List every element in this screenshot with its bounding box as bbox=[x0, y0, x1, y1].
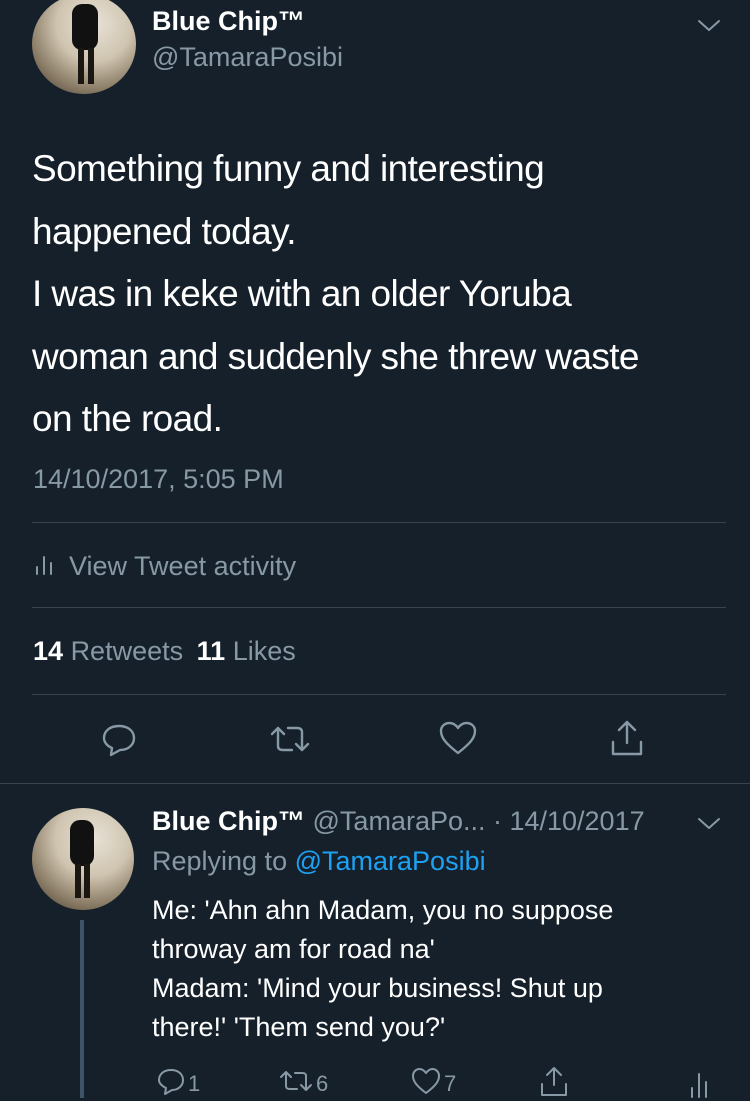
reply-text: Me: 'Ahn ahn Madam, you no suppose throw… bbox=[152, 891, 732, 1047]
reply-handle-date[interactable]: @TamaraPo... · 14/10/2017 bbox=[313, 806, 645, 836]
reply-text-line: Madam: 'Mind your business! Shut up bbox=[152, 973, 603, 1003]
retweets-link[interactable]: 14 Retweets bbox=[33, 636, 191, 666]
reply-action-reply[interactable]: 1 bbox=[156, 1066, 200, 1101]
engagement-counts: 14 Retweets 11 Likes bbox=[33, 634, 296, 668]
reply-icon[interactable] bbox=[100, 720, 138, 758]
divider bbox=[32, 522, 726, 523]
chevron-down-icon[interactable] bbox=[696, 16, 722, 34]
activity-icon[interactable] bbox=[688, 1068, 710, 1098]
reply-header: Blue Chip™ @TamaraPo... · 14/10/2017 bbox=[152, 804, 645, 838]
reply-action-like[interactable]: 7 bbox=[410, 1066, 456, 1101]
reply-author-name[interactable]: Blue Chip™ bbox=[152, 806, 305, 836]
thread-line bbox=[80, 920, 84, 1098]
retweet-count: 6 bbox=[316, 1070, 329, 1096]
reply-count: 1 bbox=[188, 1070, 201, 1096]
reply-avatar[interactable] bbox=[32, 808, 134, 910]
retweets-count: 14 bbox=[33, 636, 64, 666]
divider bbox=[32, 607, 726, 608]
likes-count: 11 bbox=[196, 636, 226, 666]
retweet-icon bbox=[278, 1068, 314, 1099]
reply-text-line: throway am for road na' bbox=[152, 934, 435, 964]
author-name[interactable]: Blue Chip™ bbox=[152, 5, 305, 37]
divider bbox=[32, 694, 726, 695]
tweet-text-line: woman and suddenly she threw waste bbox=[32, 335, 640, 377]
reply-share-icon[interactable] bbox=[538, 1064, 570, 1098]
tweet-text-line: on the road. bbox=[32, 398, 223, 439]
share-icon[interactable] bbox=[608, 718, 646, 758]
tweet-text: Something funny and interesting happened… bbox=[32, 138, 732, 451]
heart-icon bbox=[410, 1066, 442, 1101]
tweet-text-line: happened today. bbox=[32, 210, 297, 252]
replying-to-label: Replying to bbox=[152, 846, 288, 876]
reply-action-retweet[interactable]: 6 bbox=[278, 1068, 328, 1099]
replying-to-handle[interactable]: @TamaraPosibi bbox=[295, 846, 486, 876]
replying-to: Replying to @TamaraPosibi bbox=[152, 844, 486, 878]
likes-link[interactable]: 11 Likes bbox=[197, 636, 296, 666]
reply-chevron-down-icon[interactable] bbox=[696, 814, 722, 832]
reply-text-line: Me: 'Ahn ahn Madam, you no suppose bbox=[152, 895, 614, 925]
tweet-text-line: Something funny and interesting bbox=[32, 148, 545, 189]
tweet-text-line: I was in keke with an older Yoruba bbox=[32, 273, 572, 314]
activity-icon bbox=[33, 552, 55, 581]
view-activity-link[interactable]: View Tweet activity bbox=[33, 548, 296, 584]
section-divider bbox=[0, 783, 750, 784]
reply-icon bbox=[156, 1066, 186, 1101]
reply-text-line: there!' 'Them send you?' bbox=[152, 1012, 446, 1042]
author-handle[interactable]: @TamaraPosibi bbox=[152, 41, 343, 73]
view-activity-label: View Tweet activity bbox=[69, 550, 297, 581]
likes-label: Likes bbox=[232, 636, 296, 666]
tweet-timestamp: 14/10/2017, 5:05 PM bbox=[33, 464, 284, 494]
retweet-icon[interactable] bbox=[268, 722, 312, 756]
like-count: 7 bbox=[444, 1070, 457, 1096]
avatar[interactable] bbox=[32, 0, 136, 94]
retweets-label: Retweets bbox=[70, 636, 184, 666]
heart-icon[interactable] bbox=[438, 720, 478, 756]
